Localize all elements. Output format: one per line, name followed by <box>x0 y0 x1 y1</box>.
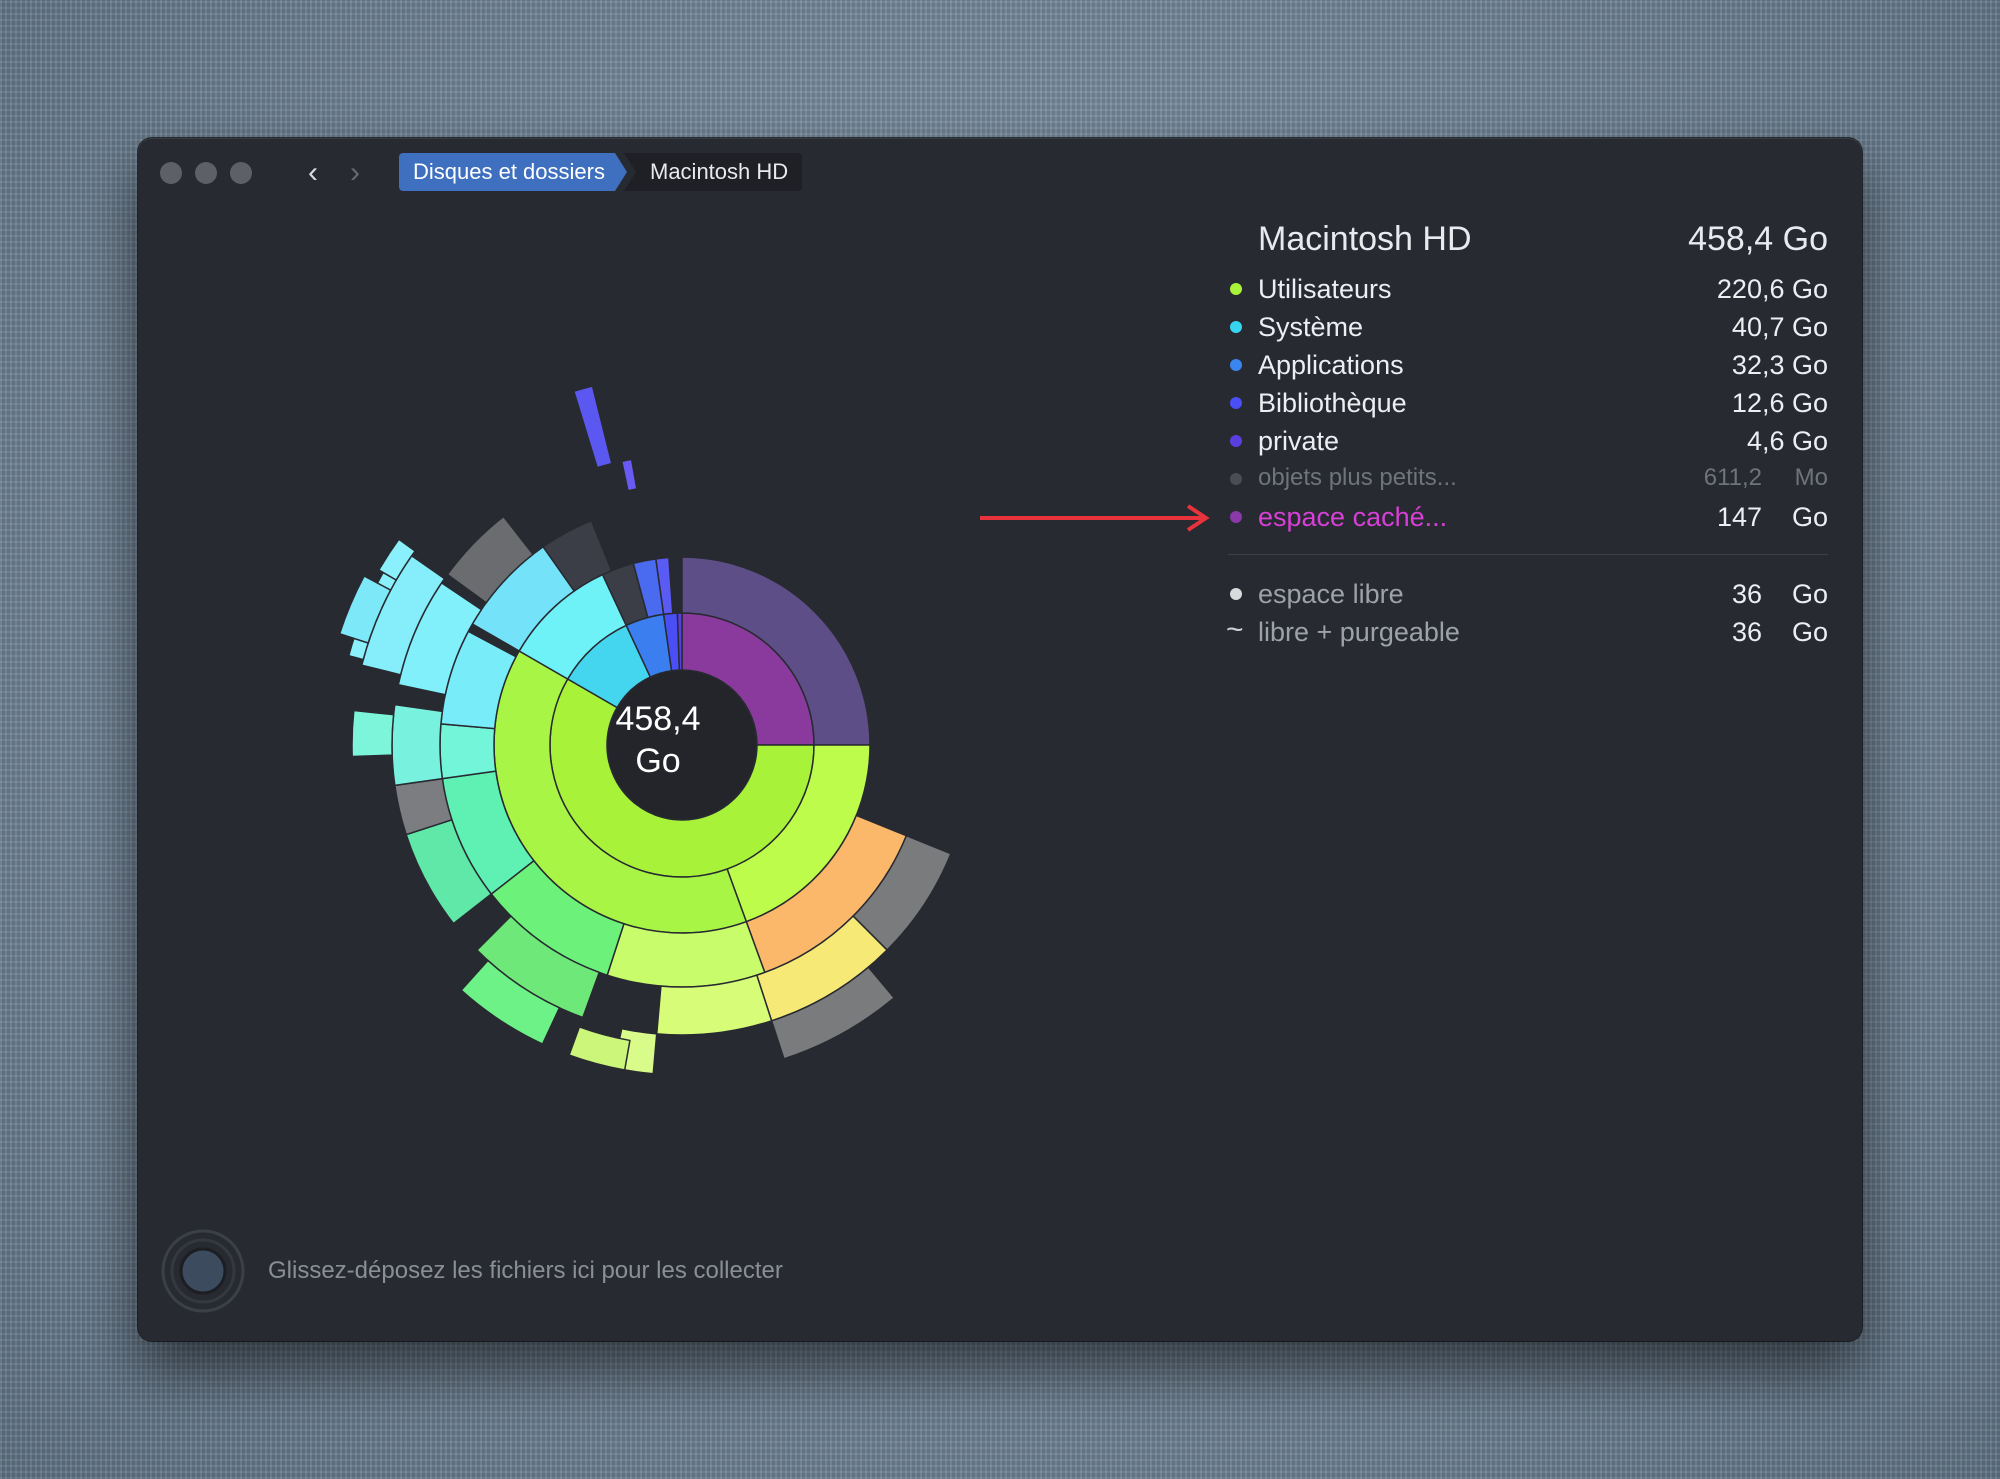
legend-item-library[interactable]: Bibliothèque 12,6 Go <box>1228 384 1828 422</box>
disk-total-size: 458,4 Go <box>1688 220 1828 258</box>
legend-item-label: Utilisateurs <box>1258 274 1392 304</box>
legend-item-value: 36 <box>1731 617 1762 647</box>
white-dot-icon <box>1230 588 1242 600</box>
sunburst-segment[interactable] <box>439 723 497 780</box>
legend-item-label: Système <box>1258 312 1364 342</box>
violet-dot-icon <box>1230 435 1242 447</box>
center-size-value: 458,4 <box>615 700 701 738</box>
legend-item-value: 32,3 Go <box>1731 350 1828 380</box>
green-dot-icon <box>1230 283 1242 295</box>
sunburst-segment[interactable] <box>391 703 444 787</box>
legend-item-unit: Go <box>1791 579 1828 609</box>
legend-item-label: Bibliothèque <box>1258 388 1407 418</box>
legend-item-value: 611,2 <box>1703 464 1762 491</box>
app-window: ‹ › Disques et dossiers Macintosh HD 458… <box>138 138 1862 1341</box>
legend-item-label: espace caché... <box>1258 502 1448 532</box>
sunburst-segment[interactable] <box>620 458 638 492</box>
collector-drop-zone[interactable] <box>160 1228 246 1314</box>
gray-dot-icon <box>1230 473 1242 485</box>
disk-name: Macintosh HD <box>1258 220 1472 258</box>
legend-item-users[interactable]: Utilisateurs 220,6 Go <box>1228 270 1828 308</box>
disk-usage-sunburst[interactable] <box>138 138 1138 1238</box>
center-size-unit: Go <box>635 742 681 780</box>
legend-panel: Macintosh HD 458,4 Go Utilisateurs 220,6… <box>1226 210 1828 651</box>
legend-item-system[interactable]: Système 40,7 Go <box>1228 308 1828 346</box>
legend-item-label: espace libre <box>1258 579 1404 609</box>
sunburst-segment[interactable] <box>351 709 395 758</box>
tilde-icon: ~ <box>1226 613 1244 646</box>
legend-divider <box>1228 554 1828 555</box>
drop-hint-text: Glissez-déposez les fichiers ici pour le… <box>268 1257 783 1284</box>
legend-item-smaller-objects[interactable]: objets plus petits... 611,2 Mo <box>1228 460 1828 498</box>
legend-item-value: 4,6 Go <box>1746 426 1828 456</box>
legend-header: Macintosh HD 458,4 Go <box>1228 210 1828 270</box>
legend-item-value: 220,6 Go <box>1716 274 1828 304</box>
annotation-arrow-icon <box>980 504 1210 532</box>
sunburst-segment[interactable] <box>572 385 613 469</box>
legend-item-value: 36 <box>1731 579 1762 609</box>
cyan-dot-icon <box>1230 321 1242 333</box>
legend-item-free-purgeable: ~ libre + purgeable 36 Go <box>1226 613 1828 651</box>
legend-item-value: 12,6 Go <box>1731 388 1828 418</box>
legend-item-label: libre + purgeable <box>1258 617 1460 647</box>
legend-item-hidden-space[interactable]: espace caché... 147 Go <box>1228 498 1828 536</box>
blue-dot-icon <box>1230 359 1242 371</box>
indigo-dot-icon <box>1230 397 1242 409</box>
legend-item-free-space: espace libre 36 Go <box>1228 575 1828 613</box>
legend-item-value: 147 <box>1716 502 1762 532</box>
legend-item-label: Applications <box>1258 350 1404 380</box>
legend-item-unit: Mo <box>1794 464 1828 491</box>
legend-item-applications[interactable]: Applications 32,3 Go <box>1228 346 1828 384</box>
legend-item-label: private <box>1258 426 1340 456</box>
legend-item-unit: Go <box>1791 617 1828 647</box>
legend-item-private[interactable]: private 4,6 Go <box>1228 422 1828 460</box>
legend-item-value: 40,7 Go <box>1731 312 1828 342</box>
legend-item-label: objets plus petits... <box>1258 464 1457 491</box>
center-size-label: 458,4 Go <box>588 698 728 782</box>
purple-dot-icon <box>1230 511 1242 523</box>
legend-item-unit: Go <box>1791 502 1828 532</box>
